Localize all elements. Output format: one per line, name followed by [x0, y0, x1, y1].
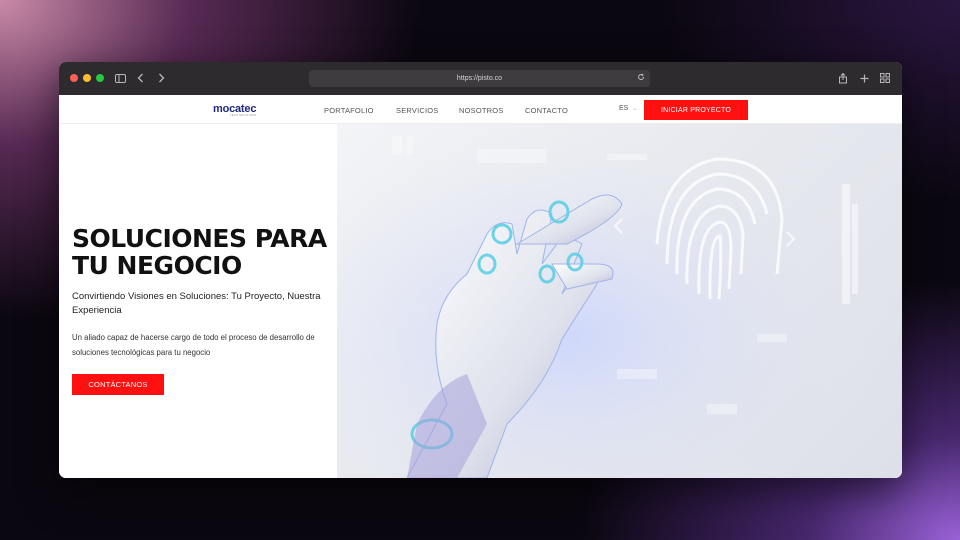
- back-icon[interactable]: [133, 71, 147, 85]
- maximize-icon[interactable]: [96, 74, 104, 82]
- contact-button[interactable]: CONTÁCTANOS: [72, 374, 164, 395]
- forward-icon[interactable]: [154, 71, 168, 85]
- browser-window: https://pisto.co mocatec TECH SOLUTIONS …: [59, 62, 902, 478]
- language-selector[interactable]: ES ⌄: [619, 105, 637, 112]
- nav-nosotros[interactable]: NOSOTROS: [459, 106, 504, 115]
- language-value: ES: [619, 105, 629, 112]
- share-icon[interactable]: [836, 71, 850, 85]
- hero-section: SOLUCIONES PARA TU NEGOCIO Convirtiendo …: [59, 124, 902, 478]
- hero-description: Un aliado capaz de hacerse cargo de todo…: [72, 333, 315, 357]
- nav-portafolio[interactable]: PORTAFOLIO: [324, 106, 374, 115]
- chevron-down-icon: ⌄: [632, 106, 638, 112]
- tab-overview-icon[interactable]: [878, 71, 892, 85]
- sidebar-icon[interactable]: [113, 71, 127, 85]
- hero-title-line-1: SOLUCIONES PARA: [72, 224, 327, 253]
- browser-toolbar: https://pisto.co: [59, 62, 902, 95]
- new-tab-icon[interactable]: [857, 71, 871, 85]
- hero-title-line-2: TU NEGOCIO: [72, 251, 242, 280]
- hero-title: SOLUCIONES PARA TU NEGOCIO: [72, 225, 342, 279]
- nav-contacto[interactable]: CONTACTO: [525, 106, 568, 115]
- close-icon[interactable]: [70, 74, 78, 82]
- minimize-icon[interactable]: [83, 74, 91, 82]
- url-text: https://pisto.co: [456, 75, 503, 82]
- hero-subtitle: Convirtiendo Visiones en Soluciones: Tu …: [72, 291, 321, 316]
- robot-hand-illustration: [337, 124, 902, 478]
- reload-icon[interactable]: [637, 73, 645, 83]
- hero-image: [337, 124, 902, 478]
- site-logo[interactable]: mocatec TECH SOLUTIONS: [213, 103, 256, 117]
- start-project-button[interactable]: INICIAR PROYECTO: [644, 100, 748, 120]
- site-navbar: mocatec TECH SOLUTIONS PORTAFOLIO SERVIC…: [59, 95, 902, 124]
- nav-servicios[interactable]: SERVICIOS: [396, 106, 439, 115]
- address-bar[interactable]: https://pisto.co: [309, 70, 650, 87]
- window-controls: [70, 74, 104, 82]
